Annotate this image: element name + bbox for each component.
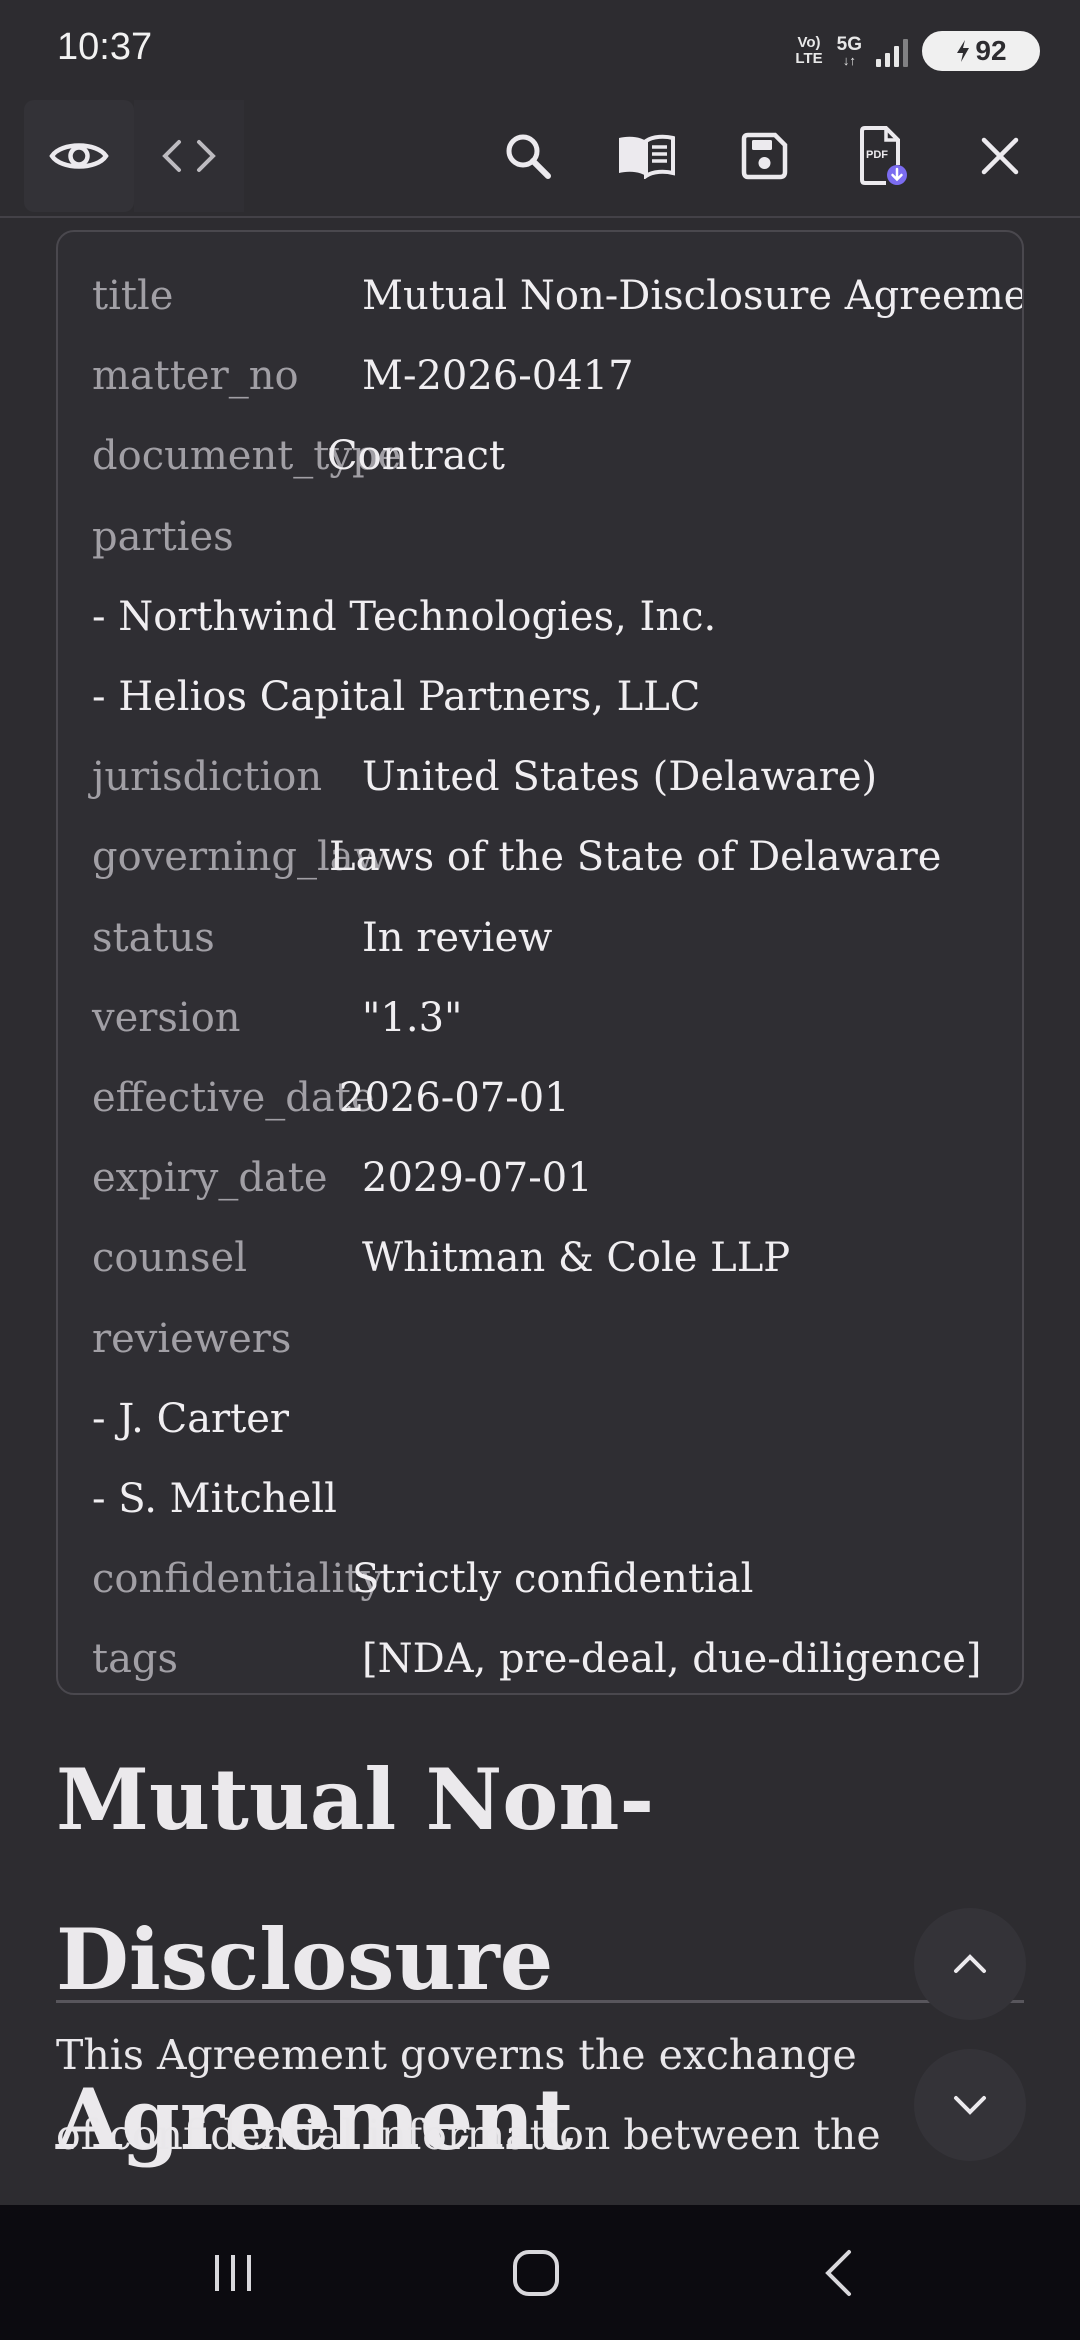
front-matter-row: status In review <box>92 898 552 978</box>
search-button[interactable] <box>472 100 584 212</box>
front-matter-table: title Mutual Non-Disclosure Agreeme matter… <box>56 230 1024 1695</box>
front-matter-row: effective_date 2026-07-01 <box>92 1058 570 1138</box>
save-button[interactable] <box>708 100 820 212</box>
close-button[interactable] <box>944 100 1056 212</box>
front-matter-row: expiry_date 2029-07-01 <box>92 1138 593 1218</box>
front-matter-list-item: - Northwind Technologies, Inc. <box>92 593 717 640</box>
front-matter-row: - Northwind Technologies, Inc. <box>92 577 716 657</box>
battery-level: 92 <box>975 35 1007 66</box>
front-matter-row: governing_law Laws of the State of Delawa… <box>92 817 941 897</box>
status-icons: Vo) LTE 5G ↓↑ 92 <box>795 28 1040 74</box>
network-type-indicator: 5G ↓↑ <box>836 33 862 68</box>
front-matter-key: counsel <box>92 1235 247 1282</box>
toolbar-actions: PDF <box>472 100 1056 212</box>
code-icon <box>162 140 216 172</box>
front-matter-key: version <box>92 994 241 1041</box>
scroll-up-button[interactable] <box>914 1908 1026 2020</box>
front-matter-key: parties <box>92 513 234 560</box>
save-icon <box>741 132 788 180</box>
front-matter-row: tags [NDA, pre-deal, due-diligence] <box>92 1619 982 1693</box>
toolbar: PDF <box>0 96 1080 218</box>
front-matter-key: status <box>92 914 215 961</box>
front-matter-row: document_type Contract <box>92 416 505 496</box>
home-button[interactable] <box>466 2225 606 2320</box>
front-matter-list-item: - Helios Capital Partners, LLC <box>92 674 701 720</box>
status-bar: 10:37 Vo) LTE 5G ↓↑ 92 <box>0 0 1080 96</box>
front-matter-row: version "1.3" <box>92 978 462 1058</box>
status-time: 10:37 <box>57 26 153 68</box>
data-arrows-icon: ↓↑ <box>842 52 856 68</box>
pdf-export-icon: PDF <box>860 126 907 185</box>
volte-top-label: Vo) <box>797 34 821 51</box>
preview-mode-button[interactable] <box>24 100 134 212</box>
front-matter-row: reviewers <box>92 1299 362 1379</box>
front-matter-row: jurisdiction United States (Delaware) <box>92 737 877 817</box>
front-matter-row: - J. Carter <box>92 1379 289 1459</box>
front-matter-value: Laws of the State of Delaware <box>329 834 942 881</box>
front-matter-list-item: - S. Mitchell <box>92 1476 337 1522</box>
front-matter-value: Strictly confidential <box>352 1556 754 1603</box>
front-matter-key: confidentiality <box>92 1556 383 1603</box>
front-matter-row: parties <box>92 497 362 577</box>
recents-button[interactable] <box>163 2225 303 2320</box>
close-icon <box>981 137 1019 175</box>
front-matter-value: Whitman & Cole LLP <box>362 1235 791 1282</box>
view-mode-group <box>24 100 244 212</box>
document-paragraph: This Agreement governs the exchange of c… <box>56 2031 881 2159</box>
front-matter-row: matter_no M-2026-0417 <box>92 336 634 416</box>
signal-strength-icon <box>876 35 908 67</box>
front-matter-row: title Mutual Non-Disclosure Agreeme <box>92 256 1024 336</box>
search-icon <box>506 134 551 179</box>
front-matter-value: "1.3" <box>362 994 463 1041</box>
system-navigation-bar <box>0 2205 1080 2340</box>
chevron-up-icon <box>954 1954 986 1973</box>
svg-text:PDF: PDF <box>866 149 888 161</box>
charging-bolt-icon <box>957 40 970 62</box>
export-pdf-button[interactable]: PDF <box>826 100 938 212</box>
volte-indicator: Vo) LTE <box>795 35 822 67</box>
network-type-label: 5G <box>836 33 862 55</box>
front-matter-value: Mutual Non-Disclosure Agreeme <box>362 273 1024 319</box>
front-matter-key: title <box>92 273 174 319</box>
back-button[interactable] <box>768 2225 908 2320</box>
document-content[interactable]: title Mutual Non-Disclosure Agreeme matter… <box>0 220 1080 2205</box>
home-icon <box>513 2249 559 2296</box>
front-matter-value: Contract <box>327 433 505 480</box>
eye-icon <box>49 143 109 169</box>
front-matter-value: [NDA, pre-deal, due-diligence] <box>362 1636 982 1683</box>
battery-indicator: 92 <box>922 31 1040 71</box>
front-matter-row: confidentiality Strictly confidential <box>92 1539 753 1619</box>
front-matter-value: M-2026-0417 <box>362 353 634 400</box>
recents-icon <box>215 2254 251 2291</box>
heading-divider <box>56 2000 1024 2003</box>
front-matter-key: effective_date <box>92 1075 375 1121</box>
front-matter-key: governing_law <box>92 834 388 881</box>
source-mode-button[interactable] <box>134 100 244 212</box>
scroll-down-button[interactable] <box>914 2049 1026 2161</box>
front-matter-key: jurisdiction <box>92 754 323 801</box>
book-icon <box>619 134 675 179</box>
front-matter-value: 2026-07-01 <box>339 1075 570 1121</box>
front-matter-list-item: - J. Carter <box>92 1395 290 1442</box>
front-matter-row: - S. Mitchell <box>92 1459 337 1539</box>
front-matter-value: 2029-07-01 <box>362 1155 593 1202</box>
volte-bottom-label: LTE <box>795 50 823 67</box>
front-matter-key: expiry_date <box>92 1155 328 1202</box>
front-matter-key: document_type <box>92 433 402 480</box>
front-matter-key: tags <box>92 1636 179 1683</box>
front-matter-row: - Helios Capital Partners, LLC <box>92 657 700 737</box>
reading-mode-button[interactable] <box>590 100 702 212</box>
front-matter-row: counsel Whitman & Cole LLP <box>92 1218 790 1298</box>
back-icon <box>825 2249 851 2296</box>
front-matter-key: reviewers <box>92 1315 292 1362</box>
front-matter-value: United States (Delaware) <box>362 754 878 801</box>
front-matter-key: matter_no <box>92 353 299 400</box>
chevron-down-icon <box>954 2096 986 2115</box>
front-matter-value: In review <box>362 914 553 961</box>
